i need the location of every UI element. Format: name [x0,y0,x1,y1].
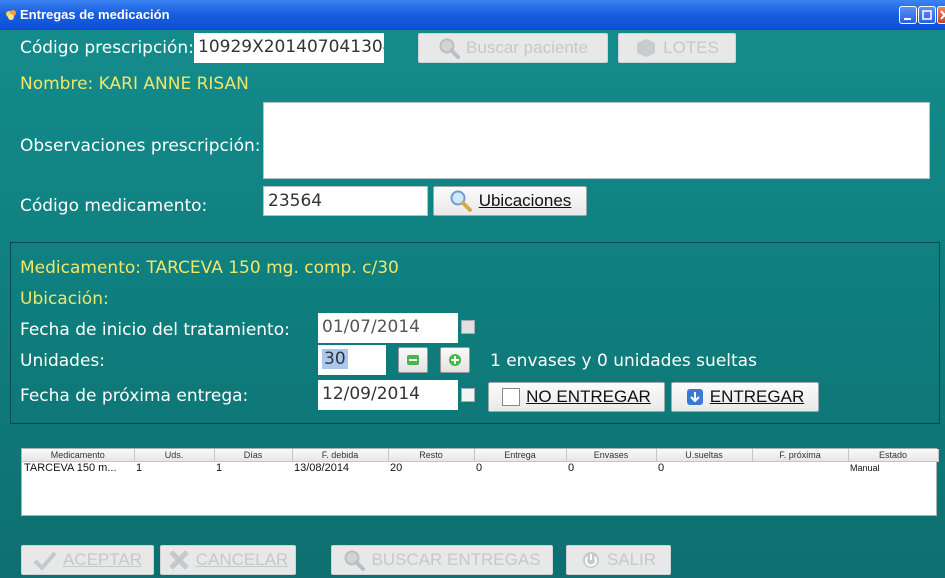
units-input[interactable]: 30 [318,345,386,375]
column-header[interactable]: Entrega [474,449,567,462]
app-icon [6,10,16,20]
column-header[interactable]: Uds. [134,449,215,462]
exit-label: SALIR [606,550,657,569]
plus-icon [449,354,461,366]
column-header[interactable]: F. próxima [752,449,849,462]
patient-name: Nombre: KARI ANNE RISAN [20,74,249,94]
location-line: Ubicación: [20,289,109,309]
column-header[interactable]: Envases [566,449,657,462]
cross-icon [168,550,189,570]
table-cell: 0 [568,462,575,475]
lotes-label: LOTES [663,38,719,57]
locations-button[interactable]: Ubicaciones [433,186,587,216]
column-header[interactable]: U.sueltas [656,449,753,462]
prescription-code-input[interactable]: 10929X201407041304 [194,33,384,63]
table-cell: 1 [216,462,223,475]
decrease-units-button[interactable] [398,347,428,373]
power-icon [582,552,599,568]
table-cell: 0 [658,462,665,475]
maximize-icon [922,10,932,20]
column-header[interactable]: Estado [848,449,939,462]
maximize-button[interactable] [918,6,936,24]
cancel-label: CANCELAR [195,550,289,569]
close-button[interactable] [937,6,945,24]
search-patient-button[interactable]: Buscar paciente [418,33,608,63]
close-icon [940,10,945,20]
table-cell: 0 [476,462,483,475]
locations-label: Ubicaciones [478,191,572,210]
observations-label: Observaciones prescripción: [20,136,261,156]
calendar-icon[interactable] [461,388,475,402]
cancel-button[interactable]: CANCELAR [160,545,296,575]
deliveries-table[interactable]: Medicamento Uds. Días F. debida Resto En… [21,448,939,516]
no-deliver-button[interactable]: NO ENTREGAR [488,382,665,412]
magnifier-icon [344,550,366,571]
checkbox-icon [502,388,521,406]
table-row[interactable]: TARCEVA 150 m... 1 1 13/08/2014 20 0 0 0… [22,461,938,475]
units-label: Unidades: [20,351,105,371]
table-cell: 1 [136,462,143,475]
minus-icon [407,355,419,365]
deliver-button[interactable]: ENTREGAR [671,382,819,412]
table-cell: 20 [390,462,403,475]
column-header[interactable]: Resto [388,449,475,462]
table-cell: 13/08/2014 [294,462,350,475]
search-patient-label: Buscar paciente [466,38,588,57]
magnifier-icon [450,190,472,212]
start-date-label: Fecha de inicio del tratamiento: [20,320,290,340]
check-icon [33,551,57,570]
units-value: 30 [322,349,348,369]
delivery-window: Entregas de medicación Código prescripci… [0,0,945,578]
start-date-input[interactable]: 01/07/2014 [318,313,458,343]
table-cell [752,461,848,475]
title-bar: Entregas de medicación [0,0,945,30]
medication-name: Medicamento: TARCEVA 150 mg. comp. c/30 [20,258,399,278]
table-cell: TARCEVA 150 m... [24,462,117,475]
search-deliveries-label: BUSCAR ENTREGAS [371,550,541,569]
accept-button[interactable]: ACEPTAR [21,545,154,575]
column-header[interactable]: Días [214,449,293,462]
deliver-icon [686,389,703,405]
medication-code-input[interactable]: 23564 [263,186,428,216]
next-delivery-label: Fecha de próxima entrega: [20,386,249,406]
minimize-icon [904,18,911,20]
magnifier-icon [439,38,461,59]
units-summary: 1 envases y 0 unidades sueltas [490,351,757,371]
table-cell: Manual [850,463,880,474]
accept-label: ACEPTAR [62,550,143,569]
minimize-button[interactable] [899,6,917,24]
prescription-code-label: Código prescripción: [20,38,194,58]
no-deliver-label: NO ENTREGAR [526,387,651,406]
deliver-label: ENTREGAR [709,387,805,406]
next-delivery-input[interactable]: 12/09/2014 [318,380,458,410]
exit-button[interactable]: SALIR [566,545,671,575]
table-header: Medicamento Uds. Días F. debida Resto En… [22,449,939,462]
lotes-button[interactable]: LOTES [618,33,736,63]
search-deliveries-button[interactable]: BUSCAR ENTREGAS [331,545,553,575]
column-header[interactable]: F. debida [292,449,389,462]
medication-code-label: Código medicamento: [20,196,208,216]
increase-units-button[interactable] [440,347,470,373]
column-header[interactable]: Medicamento [22,449,135,462]
calendar-icon[interactable] [461,320,475,334]
box-icon [637,39,656,57]
window-title: Entregas de medicación [20,7,170,22]
observations-textarea[interactable] [263,102,930,179]
